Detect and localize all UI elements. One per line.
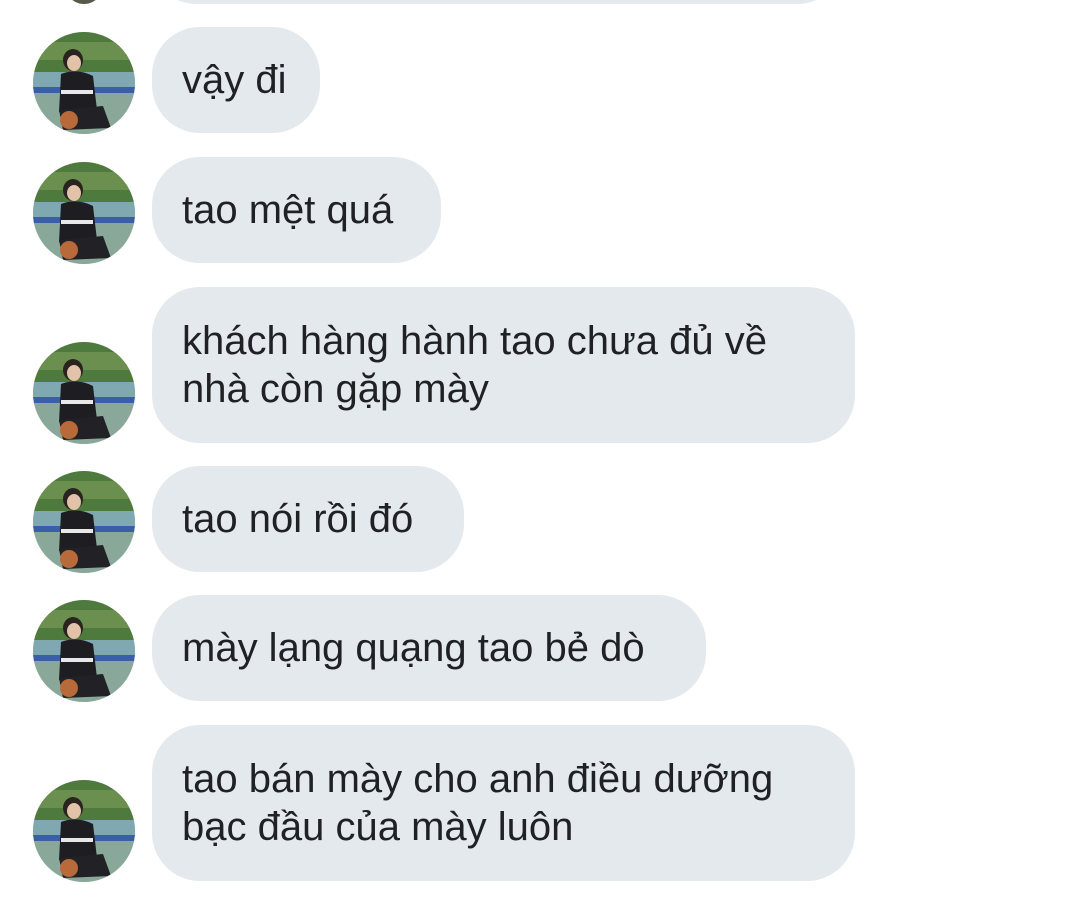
message-bubble[interactable]: tao nói rồi đó [152,466,464,572]
message-bubble[interactable]: mày lạng quạng tao bẻ dò [152,595,706,701]
message-text: tao bán mày cho anh điều dưỡng bạc đầu c… [182,757,774,849]
message-text: tao nói rồi đó [182,497,414,541]
avatar[interactable] [33,471,135,573]
avatar[interactable] [33,342,135,444]
message-bubble[interactable]: tao mệt quá [152,157,441,263]
avatar[interactable] [33,780,135,882]
message-bubble[interactable]: tao bán mày cho anh điều dưỡng bạc đầu c… [152,725,855,881]
message-bubble-partial [152,0,842,4]
avatar[interactable] [33,162,135,264]
message-text: vậy đi [182,58,287,102]
message-bubble[interactable]: khách hàng hành tao chưa đủ về nhà còn g… [152,287,855,443]
avatar[interactable] [33,32,135,134]
message-text: tao mệt quá [182,188,394,232]
message-text: khách hàng hành tao chưa đủ về nhà còn g… [182,319,767,411]
avatar-partial [60,0,108,4]
message-bubble[interactable]: vậy đi [152,27,320,133]
message-text: mày lạng quạng tao bẻ dò [182,626,645,670]
avatar[interactable] [33,600,135,702]
